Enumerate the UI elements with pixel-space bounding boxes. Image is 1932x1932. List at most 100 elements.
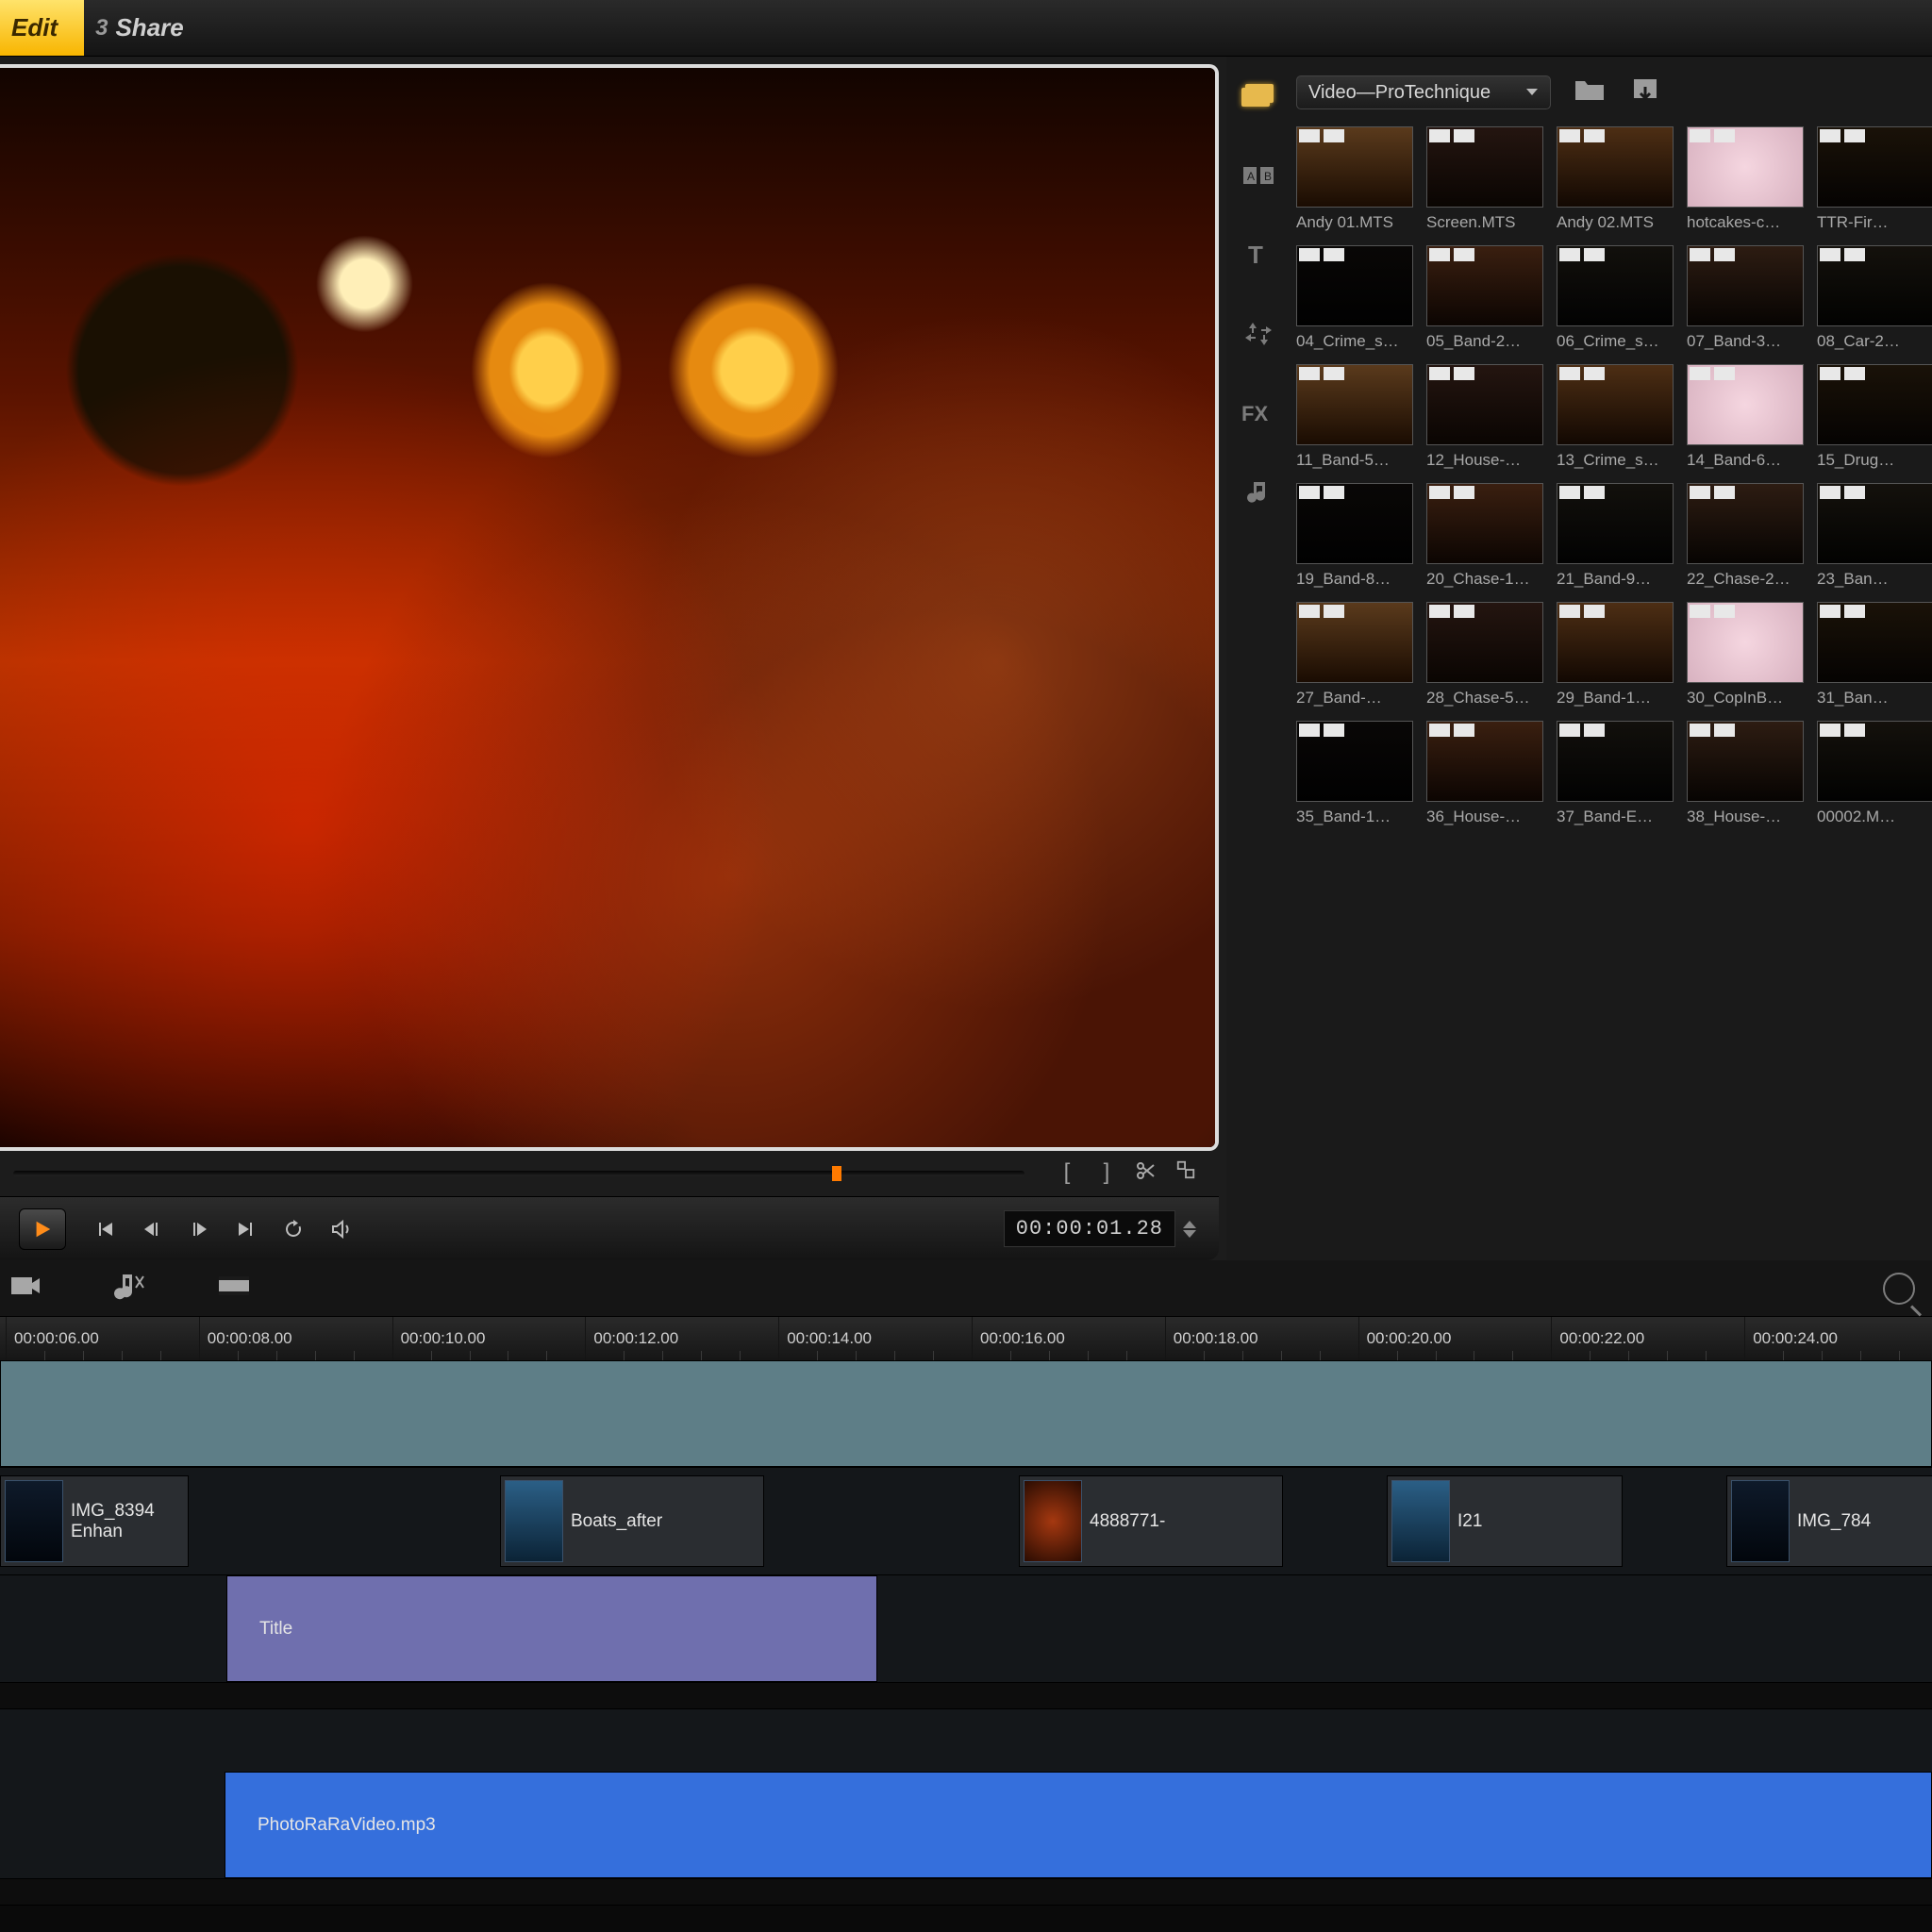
track-overlay[interactable]: IMG_8394 Enhan Boats_after 4888771- I21 IMG_… xyxy=(0,1468,1932,1575)
clip-thumbnail xyxy=(1426,602,1543,683)
library-clip[interactable]: 07_Band-3… xyxy=(1687,245,1809,351)
tl-tool-clip-options[interactable] xyxy=(217,1273,251,1304)
title-clip-label: Title xyxy=(259,1619,292,1640)
library-clip[interactable]: Andy 02.MTS xyxy=(1557,126,1679,232)
library-clip[interactable]: 13_Crime_s… xyxy=(1557,364,1679,470)
library-clip[interactable]: 06_Crime_s… xyxy=(1557,245,1679,351)
clip-filename: 05_Band-2… xyxy=(1426,332,1549,351)
scrub-bar[interactable] xyxy=(13,1171,1024,1176)
library-clip[interactable]: 20_Chase-1… xyxy=(1426,483,1549,589)
loop-button[interactable] xyxy=(277,1213,309,1245)
library-clip[interactable]: 28_Chase-5… xyxy=(1426,602,1549,708)
library-clip[interactable]: 11_Band-5… xyxy=(1296,364,1419,470)
clip-thumbnail xyxy=(1687,602,1804,683)
library-clip[interactable]: 23_Ban… xyxy=(1817,483,1932,589)
library-folder-dropdown[interactable]: Video—ProTechnique xyxy=(1296,75,1551,109)
timecode-display[interactable]: 00:00:01.28 xyxy=(1004,1210,1175,1247)
library-thumbnail-grid: Andy 01.MTSScreen.MTS Andy 02.MTS hotcakes… xyxy=(1291,119,1932,834)
overlay-clip[interactable]: IMG_8394 Enhan xyxy=(0,1475,189,1567)
mark-out-button[interactable]: ] xyxy=(1092,1159,1121,1188)
library-clip[interactable]: 30_CopInB… xyxy=(1687,602,1809,708)
video-clip-main[interactable] xyxy=(0,1360,1932,1467)
clip-filename: hotcakes-c… xyxy=(1687,213,1809,232)
split-clip-button[interactable] xyxy=(1132,1159,1160,1188)
library-clip[interactable]: 12_House-… xyxy=(1426,364,1549,470)
library-clip[interactable]: 37_Band-E… xyxy=(1557,721,1679,826)
library-clip[interactable]: Andy 01.MTS xyxy=(1296,126,1419,232)
clip-thumbnail xyxy=(1296,364,1413,445)
timecode-stepper[interactable] xyxy=(1183,1221,1200,1238)
library-clip[interactable]: 00002.M… xyxy=(1817,721,1932,826)
clip-type-badge-icon xyxy=(1559,129,1580,142)
library-tab-audio[interactable] xyxy=(1238,475,1279,509)
overlay-clip[interactable]: IMG_784 xyxy=(1726,1475,1932,1567)
audio-clip[interactable]: PhotoRaRaVideo.mp3 xyxy=(225,1772,1932,1878)
clip-filename: 21_Band-9… xyxy=(1557,570,1679,589)
overlay-clip[interactable]: I21 xyxy=(1387,1475,1623,1567)
overlay-clip[interactable]: 4888771- xyxy=(1019,1475,1283,1567)
library-clip[interactable]: 27_Band-… xyxy=(1296,602,1419,708)
ruler-mark: 00:00:12.00 xyxy=(585,1317,678,1360)
timecode-down-icon[interactable] xyxy=(1183,1230,1196,1238)
preview-viewport[interactable] xyxy=(0,64,1219,1151)
library-import-button[interactable] xyxy=(1630,77,1664,108)
volume-button[interactable] xyxy=(325,1213,357,1245)
track-video[interactable] xyxy=(0,1360,1932,1468)
timeline-ruler[interactable]: 00:00:06.0000:00:08.0000:00:10.0000:00:1… xyxy=(0,1317,1932,1360)
library-clip[interactable]: 14_Band-6… xyxy=(1687,364,1809,470)
clip-type-badge-icon xyxy=(1690,605,1710,618)
library-clip[interactable]: 31_Ban… xyxy=(1817,602,1932,708)
clip-thumbnail xyxy=(1557,126,1674,208)
library-clip[interactable]: TTR-Fir… xyxy=(1817,126,1932,232)
clip-filename: 37_Band-E… xyxy=(1557,808,1679,826)
library-tab-title[interactable]: T xyxy=(1238,238,1279,272)
library-clip[interactable]: 15_Drug… xyxy=(1817,364,1932,470)
go-start-button[interactable] xyxy=(89,1213,121,1245)
library-tab-media[interactable] xyxy=(1238,79,1279,113)
library-add-folder-button[interactable] xyxy=(1574,77,1607,108)
scrub-knob[interactable] xyxy=(832,1166,841,1181)
clip-type-badge-icon xyxy=(1690,367,1710,380)
step-tab-share[interactable]: 3 Share xyxy=(84,0,210,56)
library-clip[interactable]: 38_House-… xyxy=(1687,721,1809,826)
timecode-up-icon[interactable] xyxy=(1183,1221,1196,1228)
library-clip[interactable]: 22_Chase-2… xyxy=(1687,483,1809,589)
library-tab-transitions[interactable]: AB xyxy=(1238,158,1279,192)
step-tab-edit[interactable]: Edit xyxy=(0,0,84,56)
title-clip[interactable]: Title xyxy=(226,1575,877,1682)
svg-text:B: B xyxy=(1264,170,1272,183)
library-tab-fx[interactable]: FX xyxy=(1238,396,1279,430)
overlay-clip[interactable]: Boats_after xyxy=(500,1475,764,1567)
tl-tool-record[interactable] xyxy=(9,1272,42,1305)
clip-thumbnail xyxy=(1426,364,1543,445)
play-button[interactable] xyxy=(19,1208,66,1250)
library-clip[interactable]: 08_Car-2… xyxy=(1817,245,1932,351)
library-clip[interactable]: 21_Band-9… xyxy=(1557,483,1679,589)
library-clip[interactable]: 19_Band-8… xyxy=(1296,483,1419,589)
clip-filename: Andy 02.MTS xyxy=(1557,213,1679,232)
frame-back-button[interactable] xyxy=(136,1213,168,1245)
ruler-mark: 00:00:10.00 xyxy=(392,1317,486,1360)
library-clip[interactable]: hotcakes-c… xyxy=(1687,126,1809,232)
library-clip[interactable]: 35_Band-1… xyxy=(1296,721,1419,826)
frame-forward-button[interactable] xyxy=(183,1213,215,1245)
go-end-button[interactable] xyxy=(230,1213,262,1245)
library-clip[interactable]: 04_Crime_s… xyxy=(1296,245,1419,351)
step-label: Edit xyxy=(11,13,58,42)
library-clip[interactable]: 29_Band-1… xyxy=(1557,602,1679,708)
mark-in-button[interactable]: [ xyxy=(1053,1159,1081,1188)
expand-button[interactable] xyxy=(1172,1159,1200,1188)
library-folder-name: Video—ProTechnique xyxy=(1308,82,1491,104)
clip-thumbnail xyxy=(1687,483,1804,564)
library-tab-graphics[interactable] xyxy=(1238,317,1279,351)
clip-thumbnail xyxy=(1817,721,1932,802)
library-clip[interactable]: Screen.MTS xyxy=(1426,126,1549,232)
clip-thumbnail xyxy=(1687,245,1804,326)
track-audio[interactable]: PhotoRaRaVideo.mp3 xyxy=(0,1772,1932,1879)
tl-zoom-button[interactable] xyxy=(1883,1273,1915,1305)
track-title[interactable]: Title xyxy=(0,1575,1932,1683)
library-clip[interactable]: 05_Band-2… xyxy=(1426,245,1549,351)
clip-type-badge-icon xyxy=(1820,129,1840,142)
library-clip[interactable]: 36_House-… xyxy=(1426,721,1549,826)
tl-tool-audio-mixer[interactable] xyxy=(111,1271,147,1306)
